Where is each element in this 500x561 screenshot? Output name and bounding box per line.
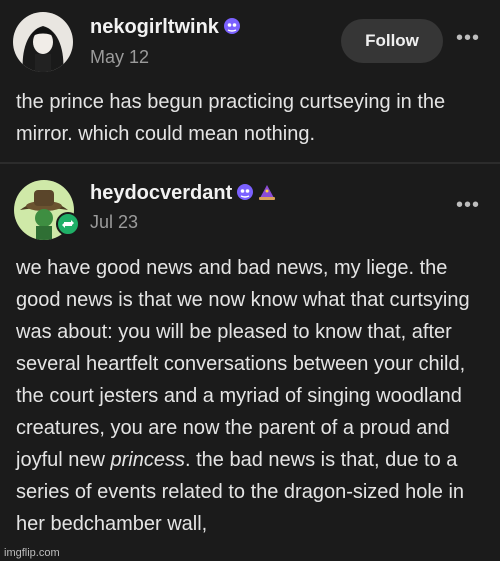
more-options-icon[interactable]: •••	[456, 28, 480, 48]
more-options-icon[interactable]: •••	[456, 195, 480, 215]
post-1: nekogirltwink May 12 Follow ••• the prin…	[0, 0, 500, 161]
purple-ghost-badge-icon	[223, 18, 240, 35]
username-text[interactable]: nekogirltwink	[90, 16, 219, 38]
post-2: heydocverdant Jul 23 ••• we have good ne…	[0, 164, 500, 561]
post-date[interactable]: Jul 23	[90, 212, 138, 233]
post-body-emphasis: princess	[110, 449, 185, 471]
avatar[interactable]	[13, 12, 73, 72]
username-text[interactable]: heydocverdant	[90, 182, 232, 204]
username[interactable]: heydocverdant	[90, 182, 276, 205]
wizard-hat-badge-icon	[259, 185, 276, 201]
purple-ghost-badge-icon	[237, 184, 254, 201]
watermark: imgflip.com	[4, 547, 60, 559]
post-body: the prince has begun practicing curtseyi…	[16, 91, 446, 145]
post-body-part: we have good news and bad news, my liege…	[16, 257, 470, 471]
follow-button[interactable]: Follow	[341, 19, 443, 63]
username[interactable]: nekogirltwink	[90, 16, 241, 39]
reblog-icon	[56, 212, 80, 236]
post-body: we have good news and bad news, my liege…	[16, 252, 491, 540]
post-date[interactable]: May 12	[90, 47, 149, 68]
